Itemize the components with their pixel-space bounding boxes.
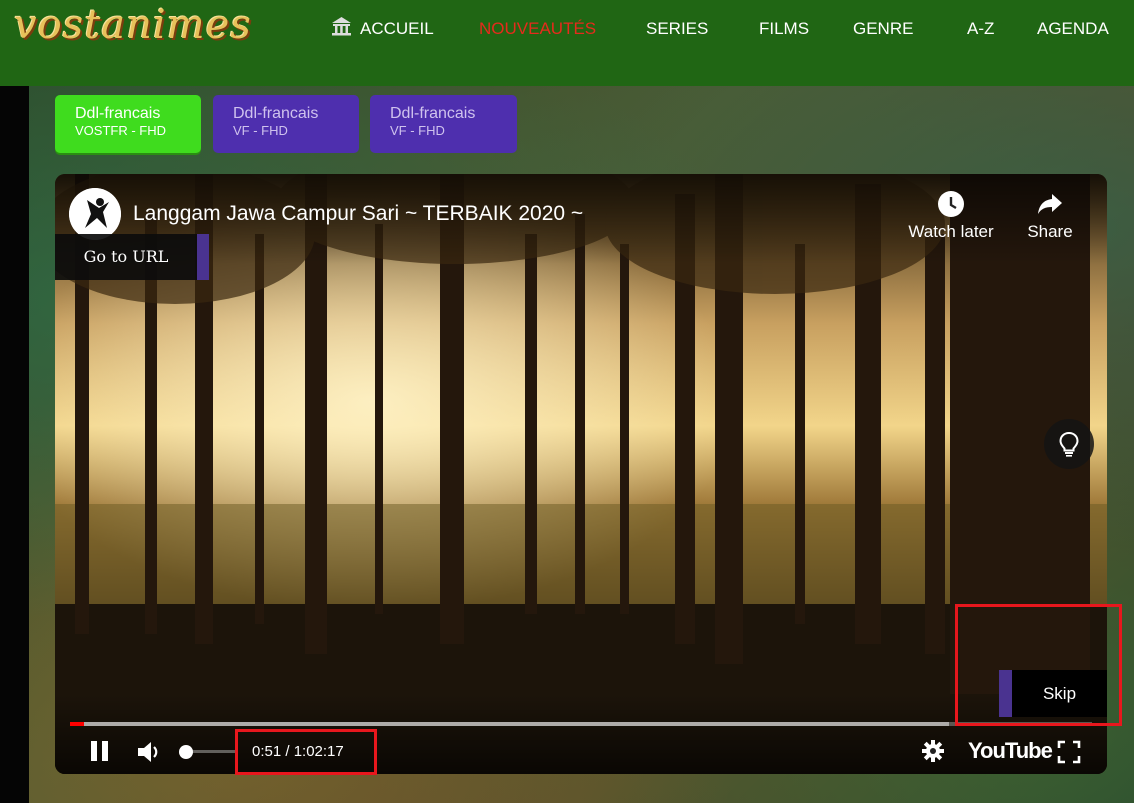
ddl-vf-button-2[interactable]: Ddl-francais VF - FHD — [370, 95, 517, 153]
nav-a-z[interactable]: A-Z — [967, 19, 994, 39]
youtube-logo[interactable]: YouTube — [968, 738, 1053, 764]
nav-genre[interactable]: GENRE — [853, 19, 913, 39]
channel-avatar[interactable] — [69, 188, 121, 240]
ddl-subtitle: VOSTFR - FHD — [75, 123, 166, 138]
go-to-url-button[interactable]: Go to URL — [55, 234, 209, 280]
clock-icon — [938, 191, 964, 217]
settings-gear-icon[interactable] — [921, 739, 945, 763]
time-highlight-box — [235, 729, 377, 775]
lightbulb-button[interactable] — [1044, 419, 1094, 469]
dancer-icon — [69, 188, 121, 240]
ddl-title: Ddl-francais — [390, 105, 476, 122]
bottom-gradient — [55, 694, 1107, 774]
nav-nouveautes[interactable]: NOUVEAUTÉS — [479, 19, 596, 39]
video-player[interactable]: Langgam Jawa Campur Sari ~ TERBAIK 2020 … — [55, 174, 1107, 774]
nav-accueil[interactable]: ACCUEIL — [360, 19, 434, 39]
ddl-vostfr-button[interactable]: Ddl-francais VOSTFR - FHD — [55, 95, 201, 153]
ddl-title: Ddl-francais — [233, 105, 319, 122]
share-label: Share — [1027, 222, 1073, 241]
nav-agenda[interactable]: AGENDA — [1037, 19, 1109, 39]
progress-bar[interactable] — [70, 722, 1092, 726]
site-header: vostanimes ACCUEIL NOUVEAUTÉS SERIES FIL… — [0, 0, 1134, 86]
video-title[interactable]: Langgam Jawa Campur Sari ~ TERBAIK 2020 … — [133, 202, 583, 226]
watch-later-label: Watch later — [908, 222, 994, 241]
video-frame — [55, 174, 1107, 774]
share-arrow-icon — [1038, 194, 1062, 214]
ddl-vf-button-1[interactable]: Ddl-francais VF - FHD — [213, 95, 359, 153]
site-logo[interactable]: vostanimes — [14, 2, 252, 48]
lightbulb-icon — [1059, 431, 1079, 457]
volume-slider-knob[interactable] — [179, 745, 193, 759]
nav-films[interactable]: FILMS — [759, 19, 809, 39]
volume-icon[interactable] — [136, 740, 162, 764]
home-icon — [332, 17, 351, 36]
fullscreen-icon[interactable] — [1057, 740, 1081, 764]
ddl-subtitle: VF - FHD — [233, 123, 288, 138]
pause-button[interactable] — [89, 739, 111, 763]
ddl-subtitle: VF - FHD — [390, 123, 445, 138]
progress-buffered — [70, 722, 949, 726]
watch-later-button[interactable]: Watch later — [901, 190, 1001, 242]
progress-played — [70, 722, 84, 726]
left-dark-strip — [0, 86, 29, 803]
share-button[interactable]: Share — [1000, 190, 1100, 242]
skip-highlight-box — [955, 604, 1122, 726]
nav-series[interactable]: SERIES — [646, 19, 708, 39]
ddl-title: Ddl-francais — [75, 105, 161, 122]
